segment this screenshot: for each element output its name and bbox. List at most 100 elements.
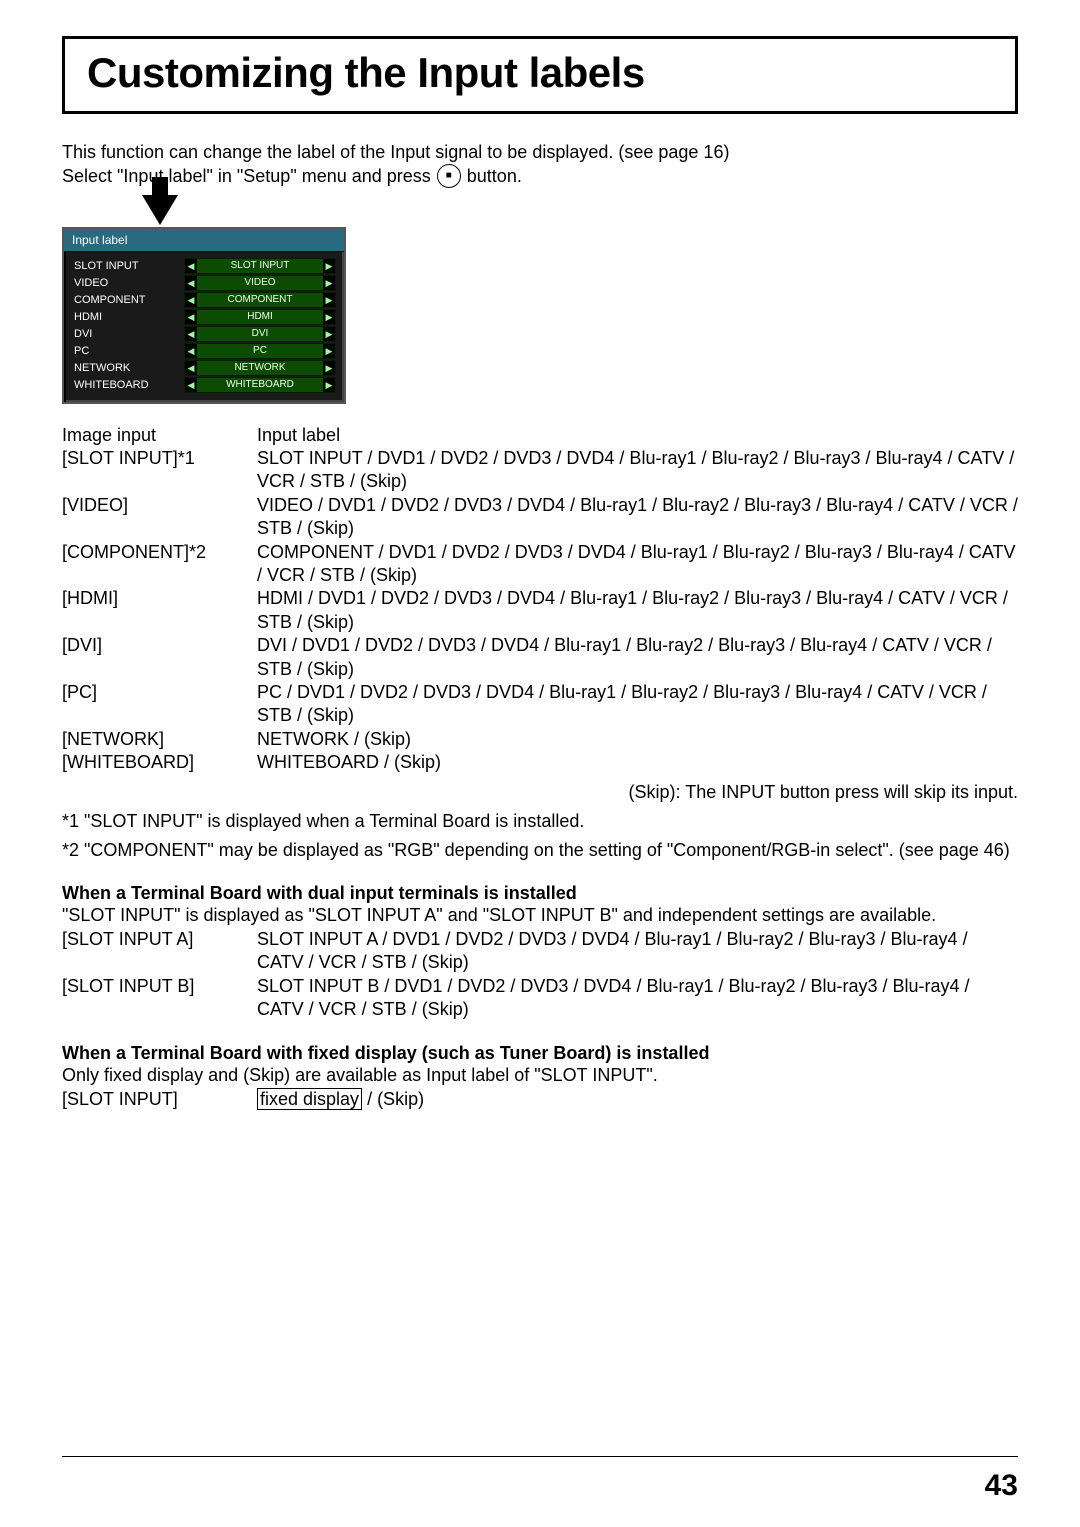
osd-row: PC ◀PC▶ [72, 343, 336, 359]
left-arrow-icon[interactable]: ◀ [185, 310, 197, 324]
right-arrow-icon[interactable]: ▶ [323, 378, 335, 392]
osd-row-name: NETWORK [72, 362, 184, 374]
skip-note: (Skip): The INPUT button press will skip… [62, 782, 1018, 803]
row-value: VIDEO / DVD1 / DVD2 / DVD3 / DVD4 / Blu-… [257, 494, 1018, 541]
table-row: [PC]PC / DVD1 / DVD2 / DVD3 / DVD4 / Blu… [62, 681, 1018, 728]
table-header-row: Image input Input label [62, 424, 1018, 447]
fixed-display-intro: Only fixed display and (Skip) are availa… [62, 1064, 1018, 1087]
left-arrow-icon[interactable]: ◀ [185, 293, 197, 307]
osd-value: COMPONENT [197, 293, 323, 307]
row-key: [COMPONENT]*2 [62, 541, 257, 588]
left-arrow-icon[interactable]: ◀ [185, 259, 197, 273]
row-key: [VIDEO] [62, 494, 257, 541]
row-key: [SLOT INPUT] [62, 1088, 257, 1111]
table-row: [SLOT INPUT A]SLOT INPUT A / DVD1 / DVD2… [62, 928, 1018, 975]
osd-value: SLOT INPUT [197, 259, 323, 273]
osd-value-pill[interactable]: ◀COMPONENT▶ [184, 292, 336, 308]
row-value: SLOT INPUT / DVD1 / DVD2 / DVD3 / DVD4 /… [257, 447, 1018, 494]
intro-line-2b: button. [467, 164, 522, 188]
left-arrow-icon[interactable]: ◀ [185, 276, 197, 290]
page-number: 43 [985, 1469, 1018, 1503]
row-value: SLOT INPUT B / DVD1 / DVD2 / DVD3 / DVD4… [257, 975, 1018, 1022]
row-value: fixed display / (Skip) [257, 1088, 1018, 1111]
right-arrow-icon[interactable]: ▶ [323, 276, 335, 290]
right-arrow-icon[interactable]: ▶ [323, 344, 335, 358]
osd-value-pill[interactable]: ◀VIDEO▶ [184, 275, 336, 291]
osd-value: HDMI [197, 310, 323, 324]
osd-row: NETWORK ◀NETWORK▶ [72, 360, 336, 376]
row-value: COMPONENT / DVD1 / DVD2 / DVD3 / DVD4 / … [257, 541, 1018, 588]
page-title-box: Customizing the Input labels [62, 36, 1018, 114]
osd-value-pill[interactable]: ◀NETWORK▶ [184, 360, 336, 376]
row-key: [WHITEBOARD] [62, 751, 257, 774]
row-key: [SLOT INPUT B] [62, 975, 257, 1022]
table-row: [SLOT INPUT]*1SLOT INPUT / DVD1 / DVD2 /… [62, 447, 1018, 494]
osd-row: HDMI ◀HDMI▶ [72, 309, 336, 325]
input-label-table: Image input Input label [SLOT INPUT]*1SL… [62, 424, 1018, 775]
osd-row-name: DVI [72, 328, 184, 340]
table-row: [SLOT INPUT] fixed display / (Skip) [62, 1088, 1018, 1111]
osd-row: SLOT INPUT ◀SLOT INPUT▶ [72, 258, 336, 274]
dual-input-heading: When a Terminal Board with dual input te… [62, 883, 1018, 904]
fixed-display-after: / (Skip) [362, 1089, 424, 1109]
table-row: [NETWORK]NETWORK / (Skip) [62, 728, 1018, 751]
osd-row-name: PC [72, 345, 184, 357]
osd-value: WHITEBOARD [197, 378, 323, 392]
row-key: [NETWORK] [62, 728, 257, 751]
osd-row-name: HDMI [72, 311, 184, 323]
left-arrow-icon[interactable]: ◀ [185, 361, 197, 375]
osd-value-pill[interactable]: ◀PC▶ [184, 343, 336, 359]
osd-value: PC [197, 344, 323, 358]
row-value: SLOT INPUT A / DVD1 / DVD2 / DVD3 / DVD4… [257, 928, 1018, 975]
page-title: Customizing the Input labels [87, 49, 993, 97]
osd-row-name: VIDEO [72, 277, 184, 289]
action-button-icon [437, 164, 461, 188]
row-value: NETWORK / (Skip) [257, 728, 1018, 751]
table-row: [VIDEO]VIDEO / DVD1 / DVD2 / DVD3 / DVD4… [62, 494, 1018, 541]
down-arrow-icon [142, 195, 1018, 225]
fixed-display-box: fixed display [257, 1088, 362, 1111]
row-value: PC / DVD1 / DVD2 / DVD3 / DVD4 / Blu-ray… [257, 681, 1018, 728]
row-key: [HDMI] [62, 587, 257, 634]
osd-row: VIDEO ◀VIDEO▶ [72, 275, 336, 291]
fixed-display-heading: When a Terminal Board with fixed display… [62, 1043, 1018, 1064]
intro-text: This function can change the label of th… [62, 140, 1018, 189]
row-key: [PC] [62, 681, 257, 728]
osd-value-pill[interactable]: ◀HDMI▶ [184, 309, 336, 325]
table-row: [WHITEBOARD]WHITEBOARD / (Skip) [62, 751, 1018, 774]
row-value: WHITEBOARD / (Skip) [257, 751, 1018, 774]
left-arrow-icon[interactable]: ◀ [185, 378, 197, 392]
osd-value-pill[interactable]: ◀DVI▶ [184, 326, 336, 342]
osd-value: DVI [197, 327, 323, 341]
osd-panel: Input label SLOT INPUT ◀SLOT INPUT▶ VIDE… [62, 227, 346, 404]
osd-value: NETWORK [197, 361, 323, 375]
table-row: [SLOT INPUT B]SLOT INPUT B / DVD1 / DVD2… [62, 975, 1018, 1022]
right-arrow-icon[interactable]: ▶ [323, 259, 335, 273]
osd-row: WHITEBOARD ◀WHITEBOARD▶ [72, 377, 336, 393]
left-arrow-icon[interactable]: ◀ [185, 327, 197, 341]
row-key: [SLOT INPUT]*1 [62, 447, 257, 494]
table-header-key: Image input [62, 424, 257, 447]
intro-line-2a: Select "Input label" in "Setup" menu and… [62, 164, 431, 188]
osd-body: SLOT INPUT ◀SLOT INPUT▶ VIDEO ◀VIDEO▶ CO… [64, 252, 344, 402]
dual-input-intro: "SLOT INPUT" is displayed as "SLOT INPUT… [62, 904, 1018, 927]
table-row: [COMPONENT]*2COMPONENT / DVD1 / DVD2 / D… [62, 541, 1018, 588]
osd-row: DVI ◀DVI▶ [72, 326, 336, 342]
right-arrow-icon[interactable]: ▶ [323, 293, 335, 307]
osd-row-name: WHITEBOARD [72, 379, 184, 391]
right-arrow-icon[interactable]: ▶ [323, 327, 335, 341]
footnote-1: *1 "SLOT INPUT" is displayed when a Term… [62, 811, 1018, 832]
table-row: [DVI]DVI / DVD1 / DVD2 / DVD3 / DVD4 / B… [62, 634, 1018, 681]
left-arrow-icon[interactable]: ◀ [185, 344, 197, 358]
table-header-value: Input label [257, 424, 1018, 447]
row-key: [DVI] [62, 634, 257, 681]
osd-row-name: SLOT INPUT [72, 260, 184, 272]
footnote-2: *2 "COMPONENT" may be displayed as "RGB"… [62, 840, 1018, 861]
osd-value-pill[interactable]: ◀SLOT INPUT▶ [184, 258, 336, 274]
osd-value: VIDEO [197, 276, 323, 290]
osd-title: Input label [64, 229, 344, 252]
osd-row-name: COMPONENT [72, 294, 184, 306]
osd-value-pill[interactable]: ◀WHITEBOARD▶ [184, 377, 336, 393]
right-arrow-icon[interactable]: ▶ [323, 310, 335, 324]
right-arrow-icon[interactable]: ▶ [323, 361, 335, 375]
